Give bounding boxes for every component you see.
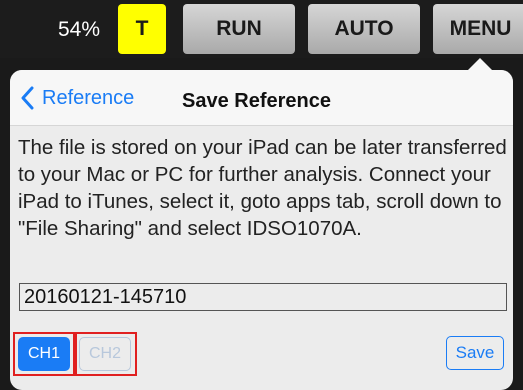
back-label: Reference [42,86,135,109]
run-button[interactable]: RUN [183,4,295,54]
top-toolbar: 54% T RUN AUTO MENU [0,0,523,58]
filename-input[interactable] [19,283,507,311]
popover-title: Save Reference [182,90,331,112]
auto-button[interactable]: AUTO [308,4,420,54]
description-text: The file is stored on your iPad can be l… [18,136,507,240]
popover-navbar: Reference Save Reference [10,70,513,126]
chevron-left-icon [21,86,34,110]
menu-button[interactable]: MENU [433,4,523,54]
percent-readout: 54% [58,18,101,41]
save-reference-popover: Reference Save Reference The file is sto… [10,70,513,390]
highlight-box-ch1 [13,332,75,376]
save-button[interactable]: Save [446,336,504,370]
back-button[interactable]: Reference [20,84,134,112]
highlight-box-ch2 [75,332,137,376]
t-button[interactable]: T [118,4,166,54]
